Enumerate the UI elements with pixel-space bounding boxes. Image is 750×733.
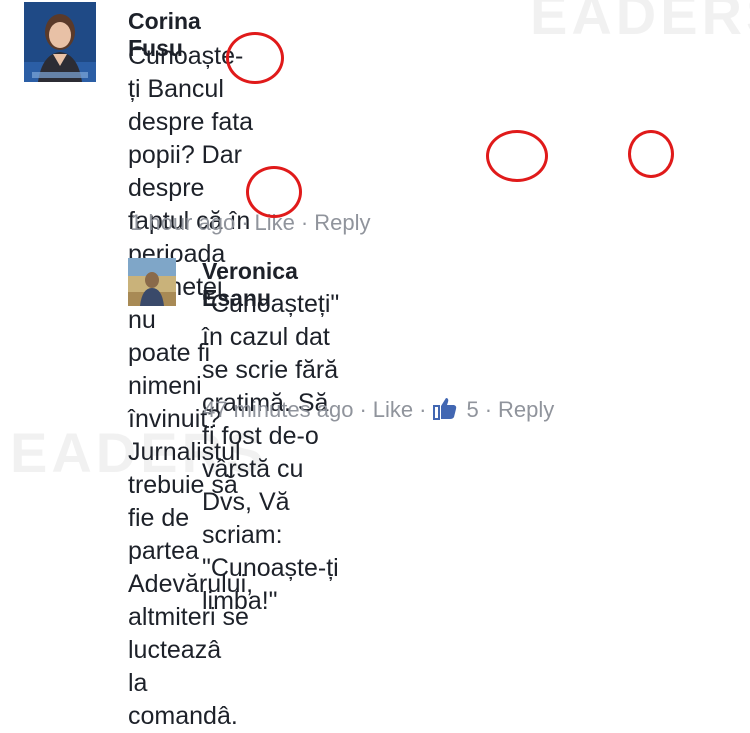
timestamp[interactable]: 47 minutes ago xyxy=(203,397,353,422)
separator: · xyxy=(300,210,309,235)
comment-meta: 47 minutes ago · Like · 5 · Reply xyxy=(203,396,554,426)
annotation-circle xyxy=(486,130,548,182)
comment-text-line: "Cunoașteți" în cazul dat se scrie fără xyxy=(202,290,340,384)
like-count[interactable]: 5 xyxy=(458,397,478,422)
comment-text-line: scriam: "Cunoaște-ți limba!" xyxy=(202,521,339,615)
reply-button[interactable]: Reply xyxy=(498,397,554,422)
separator: · xyxy=(359,397,367,422)
separator: · xyxy=(419,397,427,422)
like-button[interactable]: Like xyxy=(373,397,413,422)
annotation-circle xyxy=(628,130,674,178)
separator: · xyxy=(241,210,249,235)
comment-meta: 1 hour ago · Like · Reply xyxy=(130,210,370,236)
timestamp[interactable]: 1 hour ago xyxy=(130,210,235,235)
thumbs-up-icon[interactable] xyxy=(432,396,458,426)
avatar[interactable] xyxy=(128,258,176,306)
comment-text-line: la comandâ. xyxy=(128,669,238,730)
comment-text-line: Cunoaște-ți Bancul despre fata popii? Da… xyxy=(128,42,254,169)
like-button[interactable]: Like xyxy=(255,210,295,235)
comment-text: "Cunoașteți" în cazul dat se scrie fără … xyxy=(202,288,339,618)
avatar[interactable] xyxy=(24,2,96,82)
reply-button[interactable]: Reply xyxy=(314,210,370,235)
watermark-top: EADERS xyxy=(530,0,750,46)
separator: · xyxy=(484,397,493,422)
